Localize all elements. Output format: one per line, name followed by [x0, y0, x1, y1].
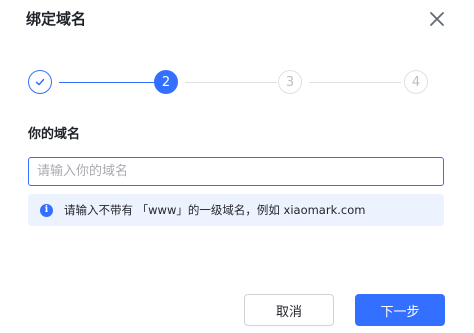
step-2-number: 2: [161, 74, 171, 90]
stepper: 2 3 4: [26, 70, 430, 96]
step-3: 3: [278, 70, 302, 94]
bind-domain-dialog: 绑定域名 2 3 4 你的域名 i 请输入不带有 「www」的一级域名，例如 x…: [0, 0, 474, 333]
close-icon[interactable]: [426, 8, 448, 30]
hint-text: 请输入不带有 「www」的一级域名，例如 xiaomark.com: [64, 203, 366, 217]
dialog-title: 绑定域名: [26, 10, 87, 28]
step-2: 2: [154, 70, 178, 94]
info-icon: i: [40, 203, 53, 217]
step-connector-3: [309, 82, 401, 83]
next-button[interactable]: 下一步: [355, 294, 445, 326]
domain-field-label: 你的域名: [28, 127, 81, 142]
step-connector-2: [185, 82, 277, 83]
cancel-button[interactable]: 取消: [244, 294, 334, 326]
check-icon: [35, 78, 45, 86]
hint-box: i 请输入不带有 「www」的一级域名，例如 xiaomark.com: [28, 194, 444, 226]
step-4: 4: [404, 70, 428, 94]
domain-input[interactable]: [28, 157, 444, 186]
step-1: [28, 70, 52, 94]
step-4-number: 4: [411, 74, 421, 90]
step-3-number: 3: [285, 74, 295, 90]
